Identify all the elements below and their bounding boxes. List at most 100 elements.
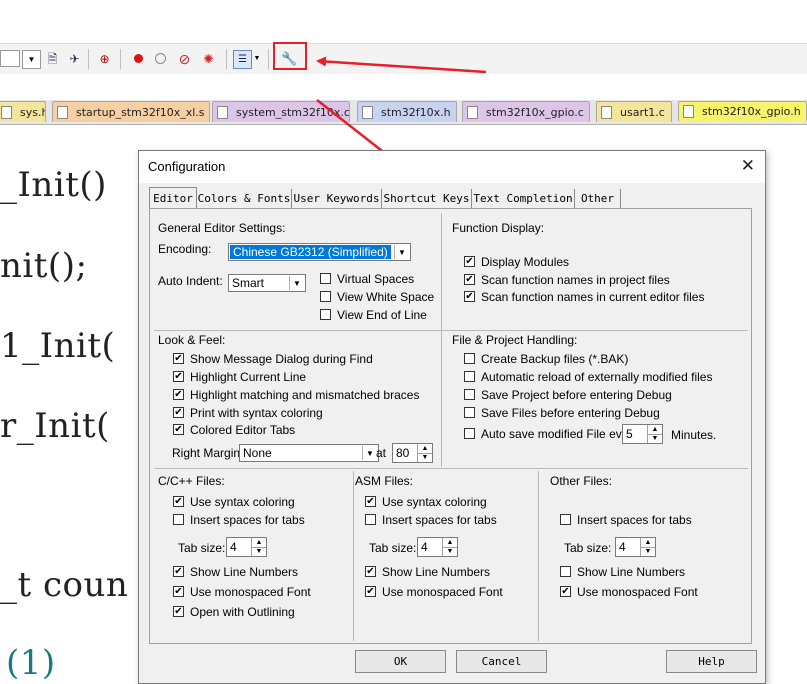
save-files-label: Save Files before entering Debug (481, 406, 660, 420)
spin-down-icon[interactable]: ▼ (418, 454, 432, 463)
tab-shortcut-keys[interactable]: Shortcut Keys (382, 189, 472, 208)
asm-monospaced-checkbox[interactable]: ✔ (365, 586, 376, 597)
chevron-down-icon[interactable]: ▼ (394, 245, 409, 259)
stepper-buttons[interactable]: ▲ ▼ (640, 538, 655, 556)
other-line-numbers-label: Show Line Numbers (577, 565, 686, 579)
asm-syntax-coloring-checkbox[interactable]: ✔ (365, 496, 376, 507)
stepper-buttons[interactable]: ▲ ▼ (417, 444, 432, 462)
dialog-title-bar: Configuration ✕ (139, 151, 765, 183)
cpp-outlining-label: Open with Outlining (190, 605, 295, 619)
asm-monospaced-label: Use monospaced Font (382, 585, 503, 599)
tab-colors-fonts[interactable]: Colors & Fonts (197, 189, 292, 208)
dialog-title: Configuration (148, 159, 226, 174)
encoding-label: Encoding: (158, 242, 212, 256)
cpp-tab-size-value: 4 (230, 540, 237, 554)
save-files-checkbox[interactable] (464, 407, 475, 418)
scan-editor-files-label: Scan function names in current editor fi… (481, 290, 705, 304)
tab-other[interactable]: Other (575, 189, 621, 208)
other-monospaced-label: Use monospaced Font (577, 585, 698, 599)
view-white-space-checkbox[interactable] (320, 291, 331, 302)
ok-button[interactable]: OK (355, 650, 446, 673)
other-tab-size-label: Tab size: (564, 541, 612, 555)
spin-up-icon[interactable]: ▲ (418, 444, 432, 454)
cpp-outlining-checkbox[interactable]: ✔ (173, 606, 184, 617)
at-label: at (376, 446, 387, 460)
asm-tab-size-stepper[interactable]: 4 ▲ ▼ (417, 537, 458, 557)
stepper-buttons[interactable]: ▲ ▼ (442, 538, 457, 556)
divider (538, 471, 539, 641)
stepper-buttons[interactable]: ▲ ▼ (647, 425, 662, 443)
save-project-checkbox[interactable] (464, 389, 475, 400)
create-backup-label: Create Backup files (*.BAK) (481, 352, 629, 366)
cpp-insert-spaces-checkbox[interactable] (173, 514, 184, 525)
auto-save-minutes-value: 5 (626, 427, 633, 441)
highlight-current-line-checkbox[interactable]: ✔ (173, 371, 184, 382)
display-modules-checkbox[interactable]: ✔ (464, 256, 475, 267)
highlight-braces-checkbox[interactable]: ✔ (173, 389, 184, 400)
asm-tab-size-label: Tab size: (369, 541, 417, 555)
asm-line-numbers-label: Show Line Numbers (382, 565, 491, 579)
spin-up-icon[interactable]: ▲ (252, 538, 266, 548)
right-margin-column-stepper[interactable]: 80 ▲ ▼ (392, 443, 433, 463)
view-end-of-line-checkbox[interactable] (320, 309, 331, 320)
chevron-down-icon[interactable]: ▼ (362, 446, 377, 460)
arrow-to-wrench (316, 56, 487, 74)
highlight-current-line-label: Highlight Current Line (190, 370, 307, 384)
spin-down-icon[interactable]: ▼ (641, 548, 655, 557)
view-end-of-line-label: View End of Line (337, 308, 427, 322)
asm-tab-size-value: 4 (421, 540, 428, 554)
create-backup-checkbox[interactable] (464, 353, 475, 364)
auto-save-checkbox[interactable] (464, 428, 475, 439)
show-message-dialog-checkbox[interactable]: ✔ (173, 353, 184, 364)
other-monospaced-checkbox[interactable]: ✔ (560, 586, 571, 597)
print-syntax-coloring-label: Print with syntax coloring (190, 406, 323, 420)
virtual-spaces-label: Virtual Spaces (337, 272, 415, 286)
right-margin-select[interactable]: None ▼ (239, 444, 379, 462)
tab-user-keywords[interactable]: User Keywords (292, 189, 382, 208)
chevron-down-icon[interactable]: ▼ (289, 276, 304, 290)
colored-editor-tabs-checkbox[interactable]: ✔ (173, 424, 184, 435)
other-insert-spaces-checkbox[interactable] (560, 514, 571, 525)
other-tab-size-stepper[interactable]: 4 ▲ ▼ (615, 537, 656, 557)
print-syntax-coloring-checkbox[interactable]: ✔ (173, 407, 184, 418)
virtual-spaces-checkbox[interactable] (320, 273, 331, 284)
scan-editor-files-checkbox[interactable]: ✔ (464, 291, 475, 302)
spin-down-icon[interactable]: ▼ (648, 435, 662, 444)
function-display-heading: Function Display: (452, 221, 545, 235)
auto-indent-value: Smart (232, 276, 265, 290)
asm-insert-spaces-label: Insert spaces for tabs (382, 513, 497, 527)
other-line-numbers-checkbox[interactable] (560, 566, 571, 577)
file-project-heading: File & Project Handling: (452, 333, 578, 347)
cpp-tab-size-stepper[interactable]: 4 ▲ ▼ (226, 537, 267, 557)
spin-up-icon[interactable]: ▲ (648, 425, 662, 435)
tab-editor[interactable]: Editor (149, 187, 197, 209)
cpp-monospaced-checkbox[interactable]: ✔ (173, 586, 184, 597)
spin-up-icon[interactable]: ▲ (443, 538, 457, 548)
auto-indent-select[interactable]: Smart ▼ (228, 274, 306, 292)
auto-save-label: Auto save modified File every (481, 427, 639, 441)
close-icon[interactable]: ✕ (741, 156, 755, 176)
cancel-button[interactable]: Cancel (456, 650, 547, 673)
cpp-syntax-coloring-checkbox[interactable]: ✔ (173, 496, 184, 507)
tab-text-completion[interactable]: Text Completion (472, 189, 575, 208)
divider (154, 468, 748, 469)
cpp-files-heading: C/C++ Files: (158, 474, 225, 488)
scan-project-files-checkbox[interactable]: ✔ (464, 274, 475, 285)
encoding-select[interactable]: Chinese GB2312 (Simplified) ▼ (228, 243, 411, 261)
spin-down-icon[interactable]: ▼ (252, 548, 266, 557)
look-feel-heading: Look & Feel: (158, 333, 226, 347)
view-white-space-label: View White Space (337, 290, 435, 304)
auto-indent-label: Auto Indent: (158, 274, 223, 288)
auto-reload-checkbox[interactable] (464, 371, 475, 382)
stepper-buttons[interactable]: ▲ ▼ (251, 538, 266, 556)
auto-save-minutes-stepper[interactable]: 5 ▲ ▼ (622, 424, 663, 444)
divider (154, 330, 748, 331)
spin-down-icon[interactable]: ▼ (443, 548, 457, 557)
spin-up-icon[interactable]: ▲ (641, 538, 655, 548)
help-button[interactable]: Help (666, 650, 757, 673)
show-message-dialog-label: Show Message Dialog during Find (190, 352, 373, 366)
asm-line-numbers-checkbox[interactable]: ✔ (365, 566, 376, 577)
cpp-line-numbers-checkbox[interactable]: ✔ (173, 566, 184, 577)
other-insert-spaces-label: Insert spaces for tabs (577, 513, 692, 527)
asm-insert-spaces-checkbox[interactable] (365, 514, 376, 525)
